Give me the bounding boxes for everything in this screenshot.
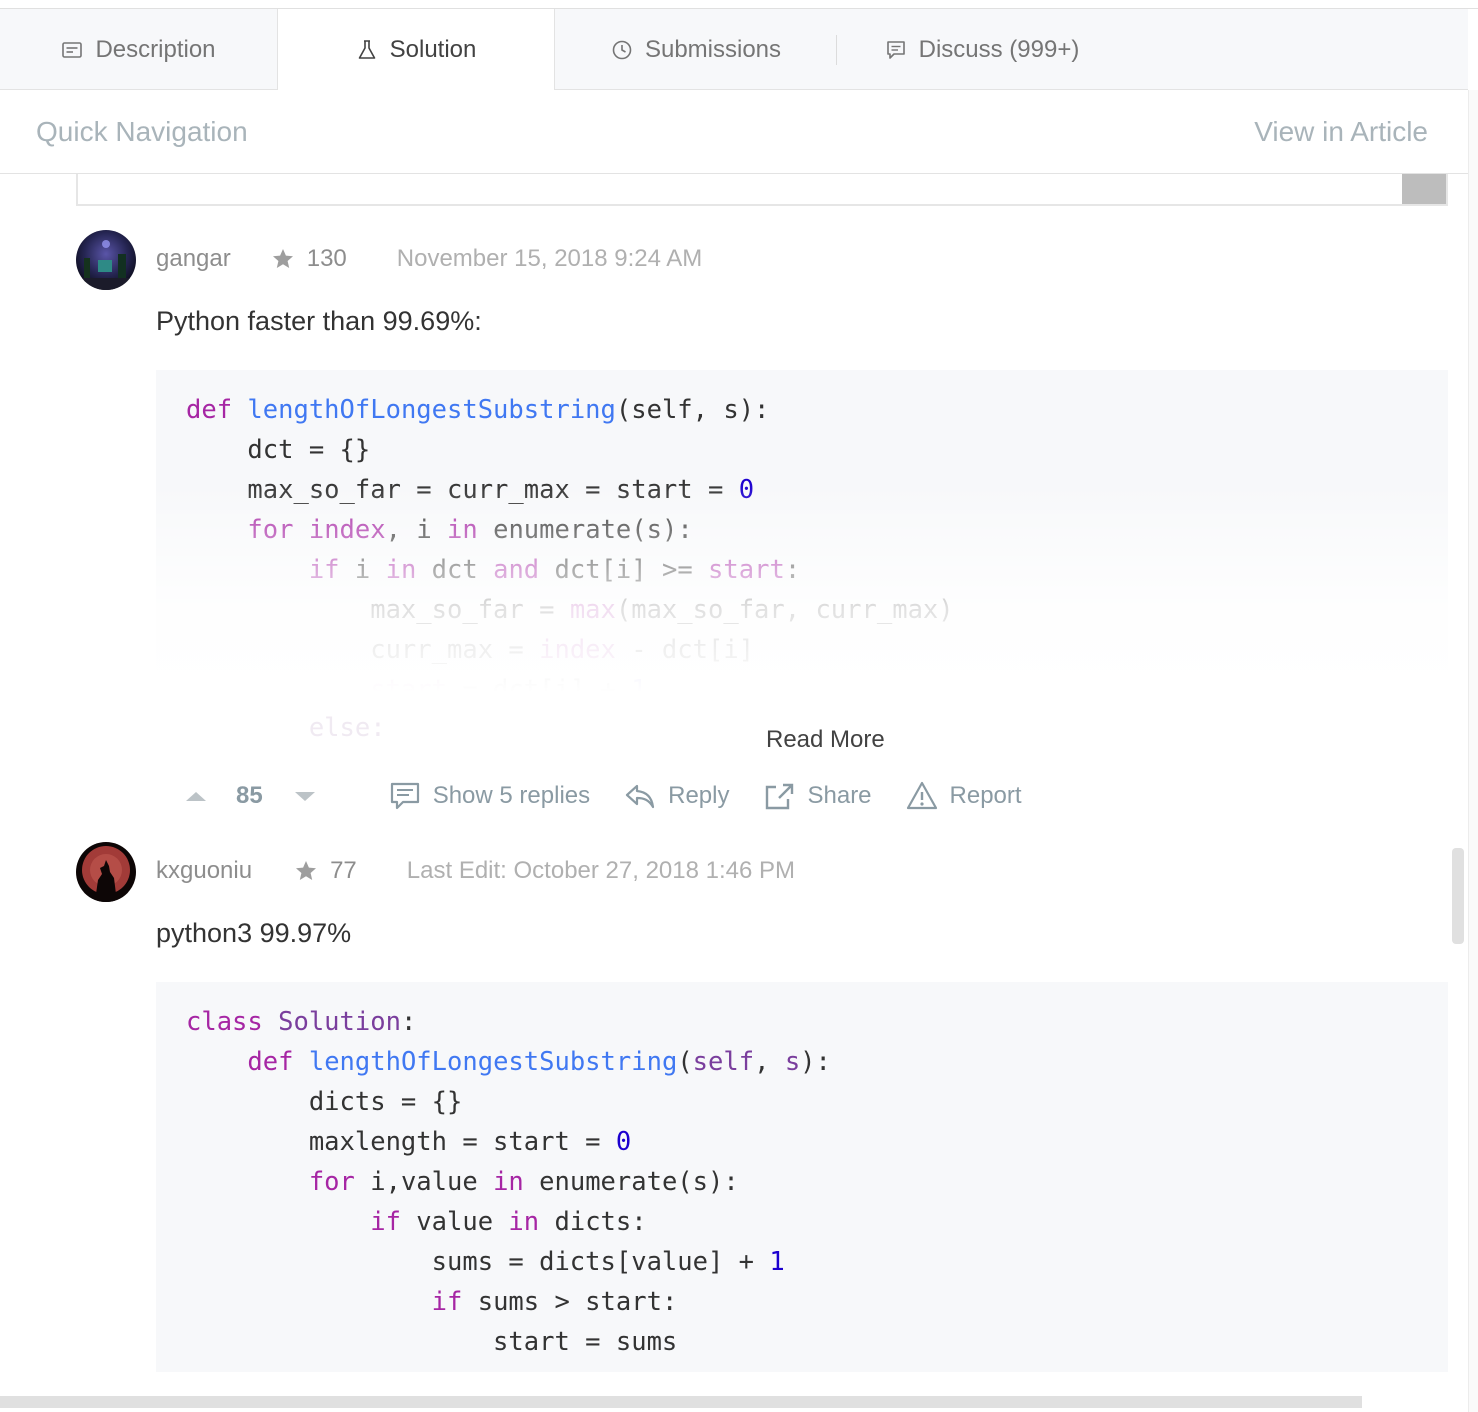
vote-count: 85: [236, 782, 263, 809]
code-block: class Solution: def lengthOfLongestSubst…: [156, 982, 1448, 1372]
post-date: November 15, 2018 9:24 AM: [396, 245, 703, 272]
post-text: python3 99.97%: [156, 918, 352, 948]
reputation: 77: [294, 857, 357, 885]
quick-navigation-title: Quick Navigation: [36, 116, 248, 147]
code-fade-overlay: [156, 482, 1448, 692]
tab-solution[interactable]: Solution: [277, 9, 555, 91]
post-meta: kxguoniu 77 Last Edit: October 27, 2018 …: [156, 857, 795, 885]
star-icon: [296, 861, 317, 880]
post-meta: gangar 130 November 15, 2018 9:24 AM: [156, 245, 702, 273]
comment-icon: [390, 782, 419, 810]
reputation: 130: [271, 245, 347, 273]
tab-bar: Description Solution Submissions Discuss…: [0, 9, 1468, 91]
tab-label: Submissions: [644, 35, 782, 63]
report-label: Report: [949, 782, 1022, 809]
vertical-scrollbar-thumb[interactable]: [1452, 848, 1464, 944]
avatar[interactable]: [76, 230, 136, 290]
reply-icon: [626, 784, 655, 809]
show-replies-label: Show 5 replies: [432, 782, 591, 809]
avatar[interactable]: [76, 842, 136, 902]
tab-submissions[interactable]: Submissions: [555, 9, 837, 90]
tab-label: Description: [95, 35, 216, 63]
tab-discuss[interactable]: Discuss (999+): [837, 9, 1127, 90]
editor-submit-button[interactable]: [1402, 174, 1446, 204]
clock-icon: [612, 40, 632, 59]
post-text: Python faster than 99.69%:: [156, 306, 482, 336]
code-content: class Solution: def lengthOfLongestSubst…: [186, 1007, 831, 1357]
read-more-button[interactable]: Read More: [766, 726, 885, 754]
flask-icon: [358, 40, 375, 59]
tab-label: Solution: [389, 36, 477, 63]
warning-icon: [906, 781, 937, 810]
share-label: Share: [807, 782, 872, 809]
reputation-count: 130: [306, 245, 347, 272]
share-button[interactable]: Share: [763, 780, 872, 812]
report-button[interactable]: Report: [906, 780, 1022, 812]
reputation-count: 77: [330, 857, 357, 884]
reply-label: Reply: [668, 782, 730, 809]
post-actions: 85 Show 5 replies Reply Share Report: [184, 776, 1022, 816]
star-icon: [272, 249, 293, 268]
reply-button[interactable]: Reply: [624, 780, 729, 812]
view-in-article-link[interactable]: View in Article: [1254, 116, 1428, 148]
upvote-icon[interactable]: [184, 784, 208, 808]
vertical-scrollbar[interactable]: [1468, 90, 1478, 1412]
tab-description[interactable]: Description: [0, 9, 277, 90]
show-replies-button[interactable]: Show 5 replies: [389, 780, 590, 812]
downvote-icon[interactable]: [293, 784, 317, 808]
tab-label: Discuss (999+): [918, 35, 1080, 63]
quick-navigation-bar: Quick Navigation View in Article: [0, 90, 1468, 174]
horizontal-scrollbar[interactable]: [0, 1396, 1362, 1408]
comment-icon: [886, 40, 905, 59]
post-date: Last Edit: October 27, 2018 1:46 PM: [406, 857, 796, 884]
comment-editor[interactable]: [76, 174, 1448, 206]
username[interactable]: kxguoniu: [156, 857, 252, 885]
description-icon: [62, 41, 83, 58]
username[interactable]: gangar: [156, 245, 231, 273]
code-block: def lengthOfLongestSubstring(self, s): d…: [156, 370, 1448, 692]
share-icon: [766, 783, 794, 810]
